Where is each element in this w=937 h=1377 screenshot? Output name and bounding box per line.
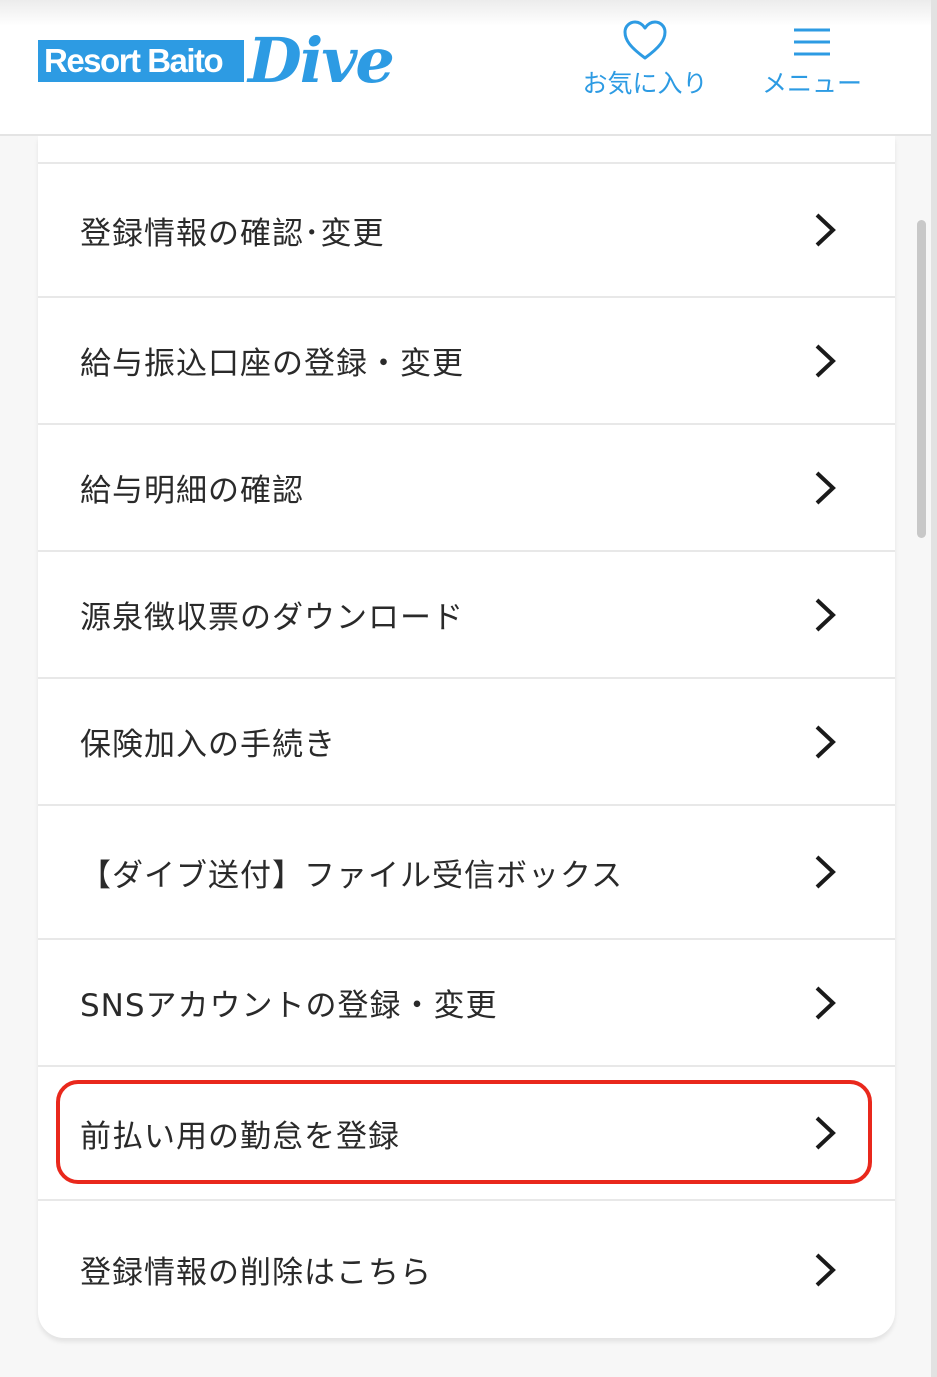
menu-item-label: 前払い用の勤怠を登録 bbox=[80, 1118, 400, 1155]
menu-item-label: 登録情報の確認･変更 bbox=[80, 215, 385, 252]
menu-item-label: 【ダイブ送付】ファイル受信ボックス bbox=[80, 857, 624, 894]
window-edge bbox=[931, 0, 937, 1377]
menu-item-insurance[interactable]: 保険加入の手続き bbox=[38, 679, 895, 806]
chevron-right-icon bbox=[815, 213, 836, 247]
favorites-label: お気に入り bbox=[582, 69, 708, 98]
menu-label: メニュー bbox=[761, 69, 862, 98]
logo-resort-baito: Resort Baito bbox=[38, 40, 244, 82]
favorites-button[interactable]: お気に入り bbox=[570, 18, 720, 100]
chevron-right-icon bbox=[815, 471, 836, 504]
menu-item-label: 源泉徴収票のダウンロード bbox=[80, 600, 464, 636]
chevron-right-icon bbox=[815, 986, 836, 1019]
hamburger-menu-icon bbox=[794, 28, 830, 56]
menu-item-payslip[interactable]: 給与明細の確認 bbox=[38, 425, 895, 552]
menu-item-sns-account[interactable]: SNSアカウントの登録・変更 bbox=[38, 940, 895, 1067]
chevron-right-icon bbox=[815, 1116, 836, 1150]
menu-item-bank-account[interactable]: 給与振込口座の登録・変更 bbox=[38, 298, 895, 425]
app-header: Resort Baito Dive お気に入り メニュー bbox=[0, 0, 937, 136]
menu-item-label: 給与振込口座の登録・変更 bbox=[80, 346, 464, 382]
chevron-right-icon bbox=[815, 344, 836, 377]
menu-item-label: SNSアカウントの登録・変更 bbox=[80, 988, 498, 1024]
mypage-menu-card: 登録情報の確認･変更 給与振込口座の登録・変更 給与明細の確認 源泉徴収票のダウ… bbox=[38, 136, 895, 1338]
chevron-right-icon bbox=[815, 1253, 836, 1286]
chevron-right-icon bbox=[815, 855, 836, 889]
logo[interactable]: Resort Baito Dive bbox=[38, 24, 408, 100]
menu-item-file-inbox[interactable]: 【ダイブ送付】ファイル受信ボックス bbox=[38, 806, 895, 940]
menu-item-withholding-download[interactable]: 源泉徴収票のダウンロード bbox=[38, 552, 895, 679]
logo-dive: Dive bbox=[248, 24, 395, 97]
heart-icon bbox=[623, 20, 667, 60]
menu-item-delete-registration[interactable]: 登録情報の削除はこちら bbox=[38, 1201, 895, 1338]
menu-item-label: 給与明細の確認 bbox=[80, 473, 304, 509]
menu-item-registration-info[interactable]: 登録情報の確認･変更 bbox=[38, 164, 895, 298]
menu-item-label: 保険加入の手続き bbox=[80, 727, 336, 763]
menu-item-prepay-attendance[interactable]: 前払い用の勤怠を登録 bbox=[38, 1067, 895, 1201]
menu-button[interactable]: メニュー bbox=[748, 18, 876, 100]
chevron-right-icon bbox=[815, 598, 836, 631]
chevron-right-icon bbox=[815, 725, 836, 758]
scrollbar-thumb[interactable] bbox=[917, 220, 926, 538]
menu-item-label: 登録情報の削除はこちら bbox=[80, 1255, 432, 1291]
